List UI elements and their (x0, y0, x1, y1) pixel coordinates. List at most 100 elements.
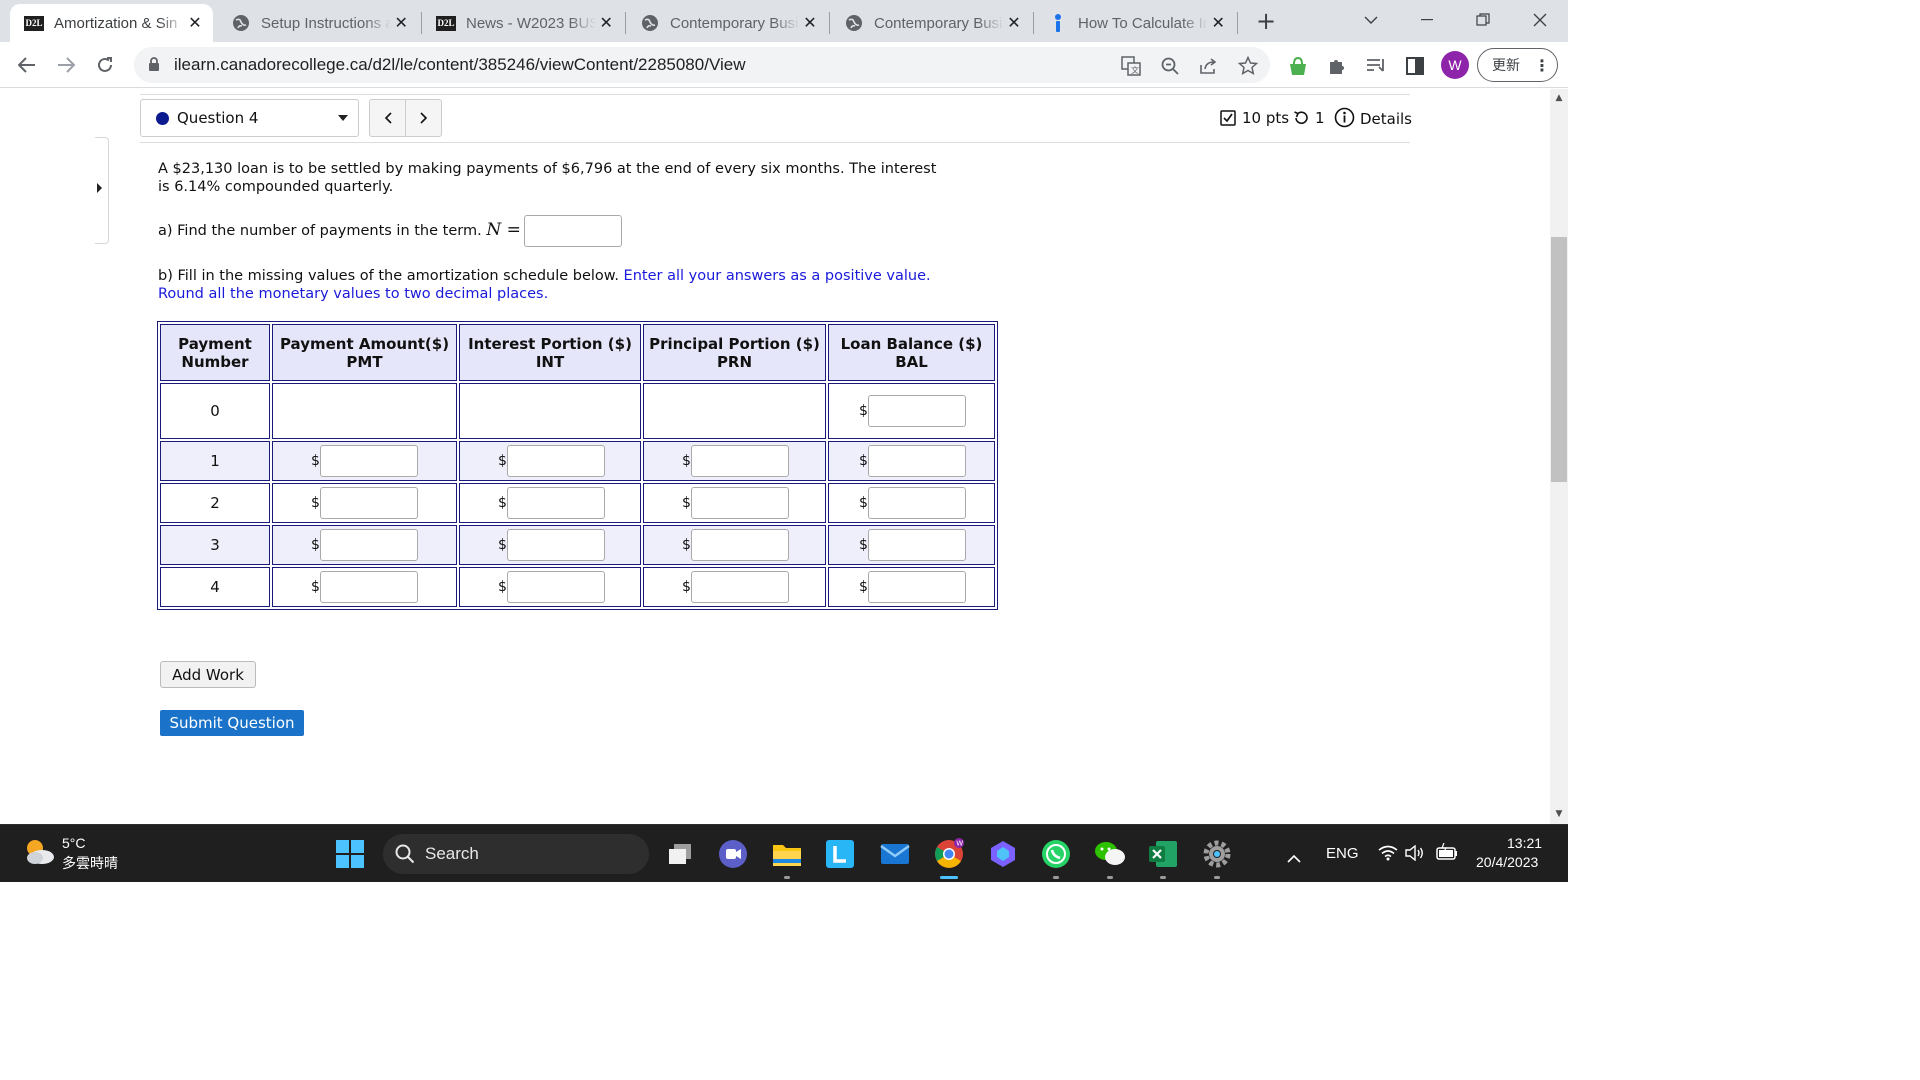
balance-input[interactable] (867, 529, 966, 561)
close-window-icon[interactable] (1520, 6, 1560, 34)
previous-question-button[interactable] (369, 99, 406, 137)
restore-icon[interactable] (1463, 6, 1503, 34)
prn-input[interactable] (690, 445, 789, 477)
wifi-icon[interactable] (1378, 845, 1398, 865)
extensions-puzzle-icon[interactable] (1325, 54, 1349, 78)
clock-time[interactable]: 13:21 (1507, 835, 1542, 851)
next-question-button[interactable] (405, 99, 442, 137)
currency-symbol: $ (682, 495, 691, 511)
int-input[interactable] (506, 571, 605, 603)
search-icon (395, 844, 415, 864)
minimize-icon[interactable] (1407, 6, 1447, 34)
close-tab-icon[interactable]: ✕ (391, 13, 411, 33)
close-tab-icon[interactable]: ✕ (185, 13, 205, 33)
profile-avatar[interactable]: W (1441, 51, 1469, 79)
excel-icon[interactable] (1147, 838, 1179, 870)
payment-number-cell: 4 (160, 567, 270, 607)
tab-search-chevron-icon[interactable] (1351, 6, 1391, 34)
balance-input[interactable] (867, 395, 966, 427)
scroll-up-icon[interactable]: ▲ (1554, 93, 1564, 103)
balance-input[interactable] (867, 571, 966, 603)
update-button[interactable]: 更新 ⋮ (1477, 48, 1558, 82)
pmt-input[interactable] (319, 487, 418, 519)
currency-symbol: $ (859, 403, 868, 419)
clock-date[interactable]: 20/4/2023 (1476, 854, 1538, 870)
scroll-down-icon[interactable]: ▼ (1554, 809, 1564, 819)
tab-contemporary-1[interactable]: Contemporary Busi ✕ (626, 4, 828, 42)
scrollbar-thumb[interactable] (1551, 237, 1567, 482)
currency-symbol: $ (859, 453, 868, 469)
close-tab-icon[interactable]: ✕ (1004, 13, 1024, 33)
svg-text:W: W (956, 840, 963, 848)
prn-input[interactable] (690, 529, 789, 561)
payment-number-cell: 1 (160, 441, 270, 481)
tab-amortization[interactable]: D2L Amortization & Sin ✕ (10, 4, 213, 42)
tab-how-to-calculate[interactable]: How To Calculate In ✕ (1034, 4, 1236, 42)
battery-icon[interactable] (1436, 842, 1458, 865)
share-icon[interactable] (1198, 55, 1220, 77)
add-work-button[interactable]: Add Work (160, 661, 256, 688)
int-cell: $ (459, 525, 641, 565)
submit-question-button[interactable]: Submit Question (160, 710, 304, 736)
new-tab-button[interactable]: + (1252, 8, 1280, 36)
question-selector[interactable]: Question 4 (140, 99, 359, 137)
prn-input[interactable] (690, 487, 789, 519)
balance-input[interactable] (867, 487, 966, 519)
int-input[interactable] (506, 445, 605, 477)
copilot-icon[interactable] (987, 838, 1019, 870)
pmt-input[interactable] (319, 529, 418, 561)
globe-icon (844, 15, 864, 31)
chevron-up-icon[interactable] (1287, 848, 1301, 867)
volume-icon[interactable] (1405, 844, 1425, 865)
int-cell: $ (459, 441, 641, 481)
task-view-icon[interactable] (664, 838, 696, 870)
mail-icon[interactable] (879, 838, 911, 870)
n-answer-input[interactable] (524, 215, 622, 247)
whatsapp-icon[interactable] (1040, 838, 1072, 870)
pmt-input[interactable] (319, 571, 418, 603)
tab-contemporary-2[interactable]: Contemporary Busi ✕ (830, 4, 1032, 42)
close-tab-icon[interactable]: ✕ (1208, 13, 1228, 33)
reading-list-icon[interactable] (1364, 54, 1388, 78)
expand-arrow-icon (97, 183, 102, 193)
translate-icon[interactable]: 文 (1120, 55, 1142, 77)
taskbar-search[interactable]: Search (383, 834, 649, 874)
teams-meet-icon[interactable] (717, 838, 749, 870)
chrome-icon[interactable]: W (933, 838, 965, 870)
weather-icon[interactable] (22, 837, 56, 871)
address-bar[interactable]: ilearn.canadorecollege.ca/d2l/le/content… (134, 47, 1270, 83)
tab-title: How To Calculate In (1078, 14, 1209, 32)
currency-symbol: $ (682, 537, 691, 553)
tab-news[interactable]: D2L News - W2023 BUS ✕ (422, 4, 624, 42)
forward-arrow-icon[interactable] (52, 51, 80, 79)
reload-icon[interactable] (91, 51, 119, 79)
bookmark-star-icon[interactable] (1237, 55, 1259, 77)
tab-setup-instructions[interactable]: Setup Instructions a ✕ (217, 4, 419, 42)
file-explorer-icon[interactable] (771, 838, 803, 870)
currency-symbol: $ (498, 453, 507, 469)
part-b-line-1: b) Fill in the missing values of the amo… (158, 267, 931, 285)
zoom-icon[interactable] (1159, 55, 1181, 77)
pmt-input[interactable] (319, 445, 418, 477)
int-input[interactable] (506, 487, 605, 519)
globe-icon (640, 15, 660, 31)
int-input[interactable] (506, 529, 605, 561)
launcher-l-icon[interactable] (824, 838, 856, 870)
sidebar-toggle[interactable] (95, 137, 109, 244)
close-tab-icon[interactable]: ✕ (800, 13, 820, 33)
page-scrollbar[interactable]: ▲ ▼ (1550, 89, 1568, 824)
prn-input[interactable] (690, 571, 789, 603)
close-tab-icon[interactable]: ✕ (596, 13, 616, 33)
side-panel-icon[interactable] (1403, 54, 1427, 78)
back-arrow-icon[interactable] (13, 51, 41, 79)
language-indicator[interactable]: ENG (1326, 845, 1359, 862)
balance-input[interactable] (867, 445, 966, 477)
details-link[interactable]: Details (1334, 107, 1412, 128)
settings-gear-icon[interactable] (1201, 838, 1233, 870)
wechat-icon[interactable] (1094, 838, 1126, 870)
payment-number-cell: 3 (160, 525, 270, 565)
currency-symbol: $ (682, 453, 691, 469)
extension-bag-icon[interactable] (1286, 54, 1310, 78)
windows-start-icon[interactable] (336, 840, 364, 872)
currency-symbol: $ (311, 453, 320, 469)
